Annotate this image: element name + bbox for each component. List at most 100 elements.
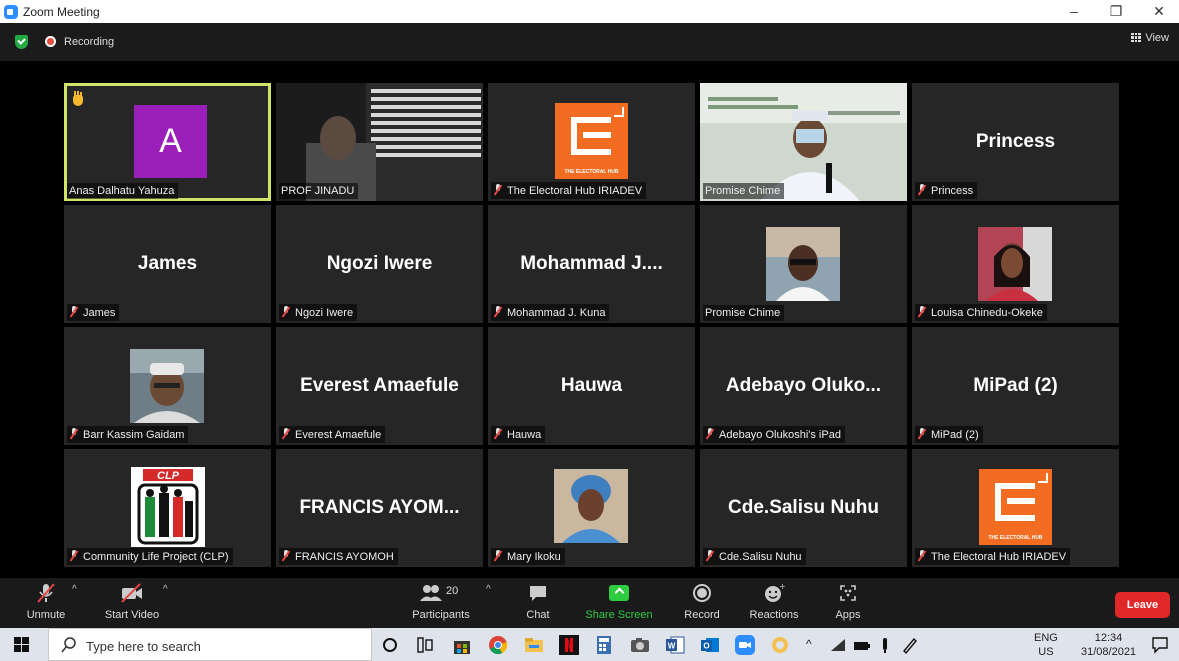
- speaker-icon[interactable]: [876, 635, 896, 655]
- record-button[interactable]: Record: [680, 582, 724, 621]
- windows-taskbar: Type here to search W O ^ ENG US 12:34 3…: [0, 628, 1179, 661]
- participant-tile[interactable]: PROF JINADU: [276, 83, 483, 201]
- participant-name: James: [67, 304, 120, 321]
- close-button[interactable]: ✕: [1139, 1, 1179, 22]
- grid-icon: [1131, 33, 1142, 42]
- participant-display-name: Hauwa: [560, 375, 623, 396]
- notifications-icon[interactable]: [1150, 635, 1170, 655]
- audio-options-caret[interactable]: ^: [72, 584, 77, 595]
- participant-tile[interactable]: Promise Chime: [700, 205, 907, 323]
- participant-name: Louisa Chinedu-Okeke: [915, 304, 1047, 321]
- participants-button[interactable]: 20 Participants: [408, 582, 474, 621]
- participant-name: Promise Chime: [703, 305, 785, 321]
- participant-tile[interactable]: FRANCIS AYOM... FRANCIS AYOMOH: [276, 449, 483, 567]
- muted-mic-icon: [493, 306, 503, 317]
- svg-text:O: O: [703, 642, 709, 651]
- participant-tile[interactable]: Mohammad J.... Mohammad J. Kuna: [488, 205, 695, 323]
- system-clock[interactable]: 12:34 31/08/2021: [1081, 631, 1136, 659]
- start-video-button[interactable]: Start Video: [100, 582, 164, 621]
- chat-button[interactable]: Chat: [520, 582, 556, 621]
- tray-overflow-caret[interactable]: ^: [806, 637, 826, 657]
- task-view-icon[interactable]: [415, 635, 435, 655]
- zoom-app-icon[interactable]: [735, 635, 755, 655]
- zoom-window: Zoom Meeting – ❐ ✕ Recording View A Anas…: [0, 0, 1179, 661]
- video-off-icon: [121, 583, 142, 603]
- unmute-button[interactable]: Unmute: [22, 582, 70, 621]
- participant-name: FRANCIS AYOMOH: [279, 548, 398, 565]
- apps-label: Apps: [835, 609, 861, 621]
- participants-options-caret[interactable]: ^: [486, 584, 491, 595]
- participant-tile[interactable]: Hauwa Hauwa: [488, 327, 695, 445]
- restore-button[interactable]: ❐: [1096, 1, 1136, 22]
- input-language[interactable]: ENG US: [1034, 631, 1058, 659]
- share-screen-button[interactable]: Share Screen: [584, 582, 654, 621]
- battery-icon[interactable]: [852, 635, 872, 655]
- muted-mic-icon: [37, 583, 55, 603]
- netflix-icon[interactable]: [559, 635, 579, 655]
- store-icon[interactable]: [452, 635, 472, 655]
- participant-name: Anas Dalhatu Yahuza: [67, 183, 179, 199]
- participant-name: Adebayo Olukoshi's iPad: [703, 426, 845, 443]
- participant-tile[interactable]: THE ELECTORAL HUB The Electoral Hub IRIA…: [912, 449, 1119, 567]
- calculator-icon[interactable]: [594, 635, 614, 655]
- participant-tile[interactable]: A Anas Dalhatu Yahuza: [64, 83, 271, 201]
- share-screen-label: Share Screen: [585, 609, 653, 621]
- participant-name: Everest Amaefule: [279, 426, 386, 443]
- cortana-icon[interactable]: [380, 635, 400, 655]
- pen-icon[interactable]: [900, 635, 920, 655]
- chrome-icon[interactable]: [488, 635, 508, 655]
- profile-photo: [766, 227, 840, 301]
- muted-mic-icon: [493, 428, 503, 439]
- participant-display-name: FRANCIS AYOM...: [299, 497, 460, 518]
- gallery-view: A Anas Dalhatu Yahuza PROF JINADU THE EL…: [64, 83, 1120, 573]
- windows-start-icon[interactable]: [14, 637, 34, 657]
- participant-display-name: Adebayo Oluko...: [725, 375, 882, 396]
- camera-icon[interactable]: [630, 635, 650, 655]
- apps-button[interactable]: Apps: [830, 582, 866, 621]
- participant-tile[interactable]: Barr Kassim Gaidam: [64, 327, 271, 445]
- participant-tile[interactable]: THE ELECTORAL HUB The Electoral Hub IRIA…: [488, 83, 695, 201]
- muted-mic-icon: [917, 306, 927, 317]
- participant-tile[interactable]: James James: [64, 205, 271, 323]
- norton-icon[interactable]: [770, 635, 790, 655]
- video-options-caret[interactable]: ^: [163, 584, 168, 595]
- minimize-button[interactable]: –: [1054, 1, 1094, 22]
- participant-name: MiPad (2): [915, 426, 983, 443]
- search-icon: [61, 637, 76, 653]
- electoral-hub-logo-icon: THE ELECTORAL HUB: [555, 103, 628, 179]
- muted-mic-icon: [281, 306, 291, 317]
- outlook-icon[interactable]: O: [700, 635, 720, 655]
- recording-label: Recording: [64, 36, 115, 48]
- taskbar-search-box[interactable]: Type here to search: [48, 628, 372, 661]
- participant-tile[interactable]: Cde.Salisu Nuhu Cde.Salisu Nuhu: [700, 449, 907, 567]
- view-button[interactable]: View: [1131, 32, 1169, 44]
- muted-mic-icon: [705, 550, 715, 561]
- participant-tile[interactable]: MiPad (2) MiPad (2): [912, 327, 1119, 445]
- security-shield-icon[interactable]: [15, 35, 28, 49]
- view-label: View: [1145, 32, 1169, 44]
- participant-tile[interactable]: Adebayo Oluko... Adebayo Olukoshi's iPad: [700, 327, 907, 445]
- participant-tile[interactable]: Promise Chime: [700, 83, 907, 201]
- participant-tile[interactable]: Mary Ikoku: [488, 449, 695, 567]
- meeting-top-bar: Recording View: [0, 23, 1179, 61]
- svg-text:W: W: [668, 642, 676, 651]
- participant-tile[interactable]: Louisa Chinedu-Okeke: [912, 205, 1119, 323]
- participant-name: Hauwa: [491, 426, 546, 443]
- participant-tile[interactable]: Everest Amaefule Everest Amaefule: [276, 327, 483, 445]
- reactions-button[interactable]: + Reactions: [746, 582, 802, 621]
- search-placeholder: Type here to search: [86, 639, 201, 654]
- participant-tile[interactable]: Ngozi Iwere Ngozi Iwere: [276, 205, 483, 323]
- record-icon: [693, 584, 711, 602]
- participant-tile[interactable]: CLP Community Life Project (CLP): [64, 449, 271, 567]
- participant-name: PROF JINADU: [279, 183, 359, 199]
- participants-count: 20: [446, 585, 459, 597]
- unmute-label: Unmute: [26, 609, 66, 621]
- wifi-icon[interactable]: [828, 635, 848, 655]
- raised-hand-icon: [71, 91, 85, 106]
- participant-tile[interactable]: Princess Princess: [912, 83, 1119, 201]
- keyboard-layout: US: [1038, 646, 1054, 658]
- file-explorer-icon[interactable]: [524, 635, 544, 655]
- word-icon[interactable]: W: [665, 635, 685, 655]
- muted-mic-icon: [917, 184, 927, 195]
- leave-button[interactable]: Leave: [1115, 592, 1170, 618]
